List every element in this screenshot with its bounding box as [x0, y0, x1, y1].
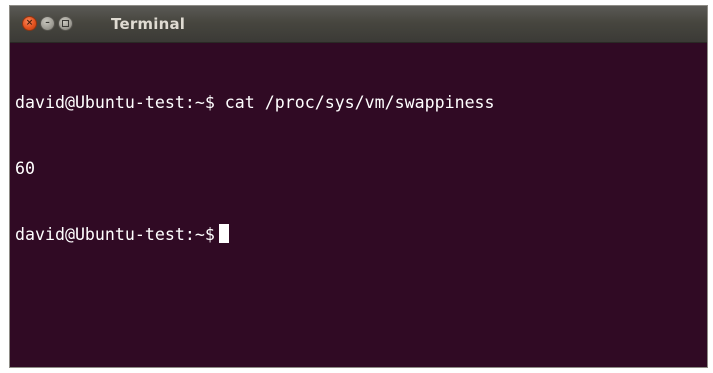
title-bar[interactable]: × – Terminal — [10, 6, 707, 43]
close-button[interactable]: × — [22, 16, 37, 31]
window-title: Terminal — [111, 15, 186, 33]
terminal-line: david@Ubuntu-test:~$ cat /proc/sys/vm/sw… — [15, 92, 703, 114]
minimize-icon: – — [45, 18, 50, 28]
text-cursor — [218, 224, 229, 243]
maximize-button[interactable] — [58, 16, 73, 31]
terminal-window: × – Terminal david@Ubuntu-test:~$ cat /p… — [9, 5, 708, 368]
maximize-icon — [62, 20, 69, 27]
shell-prompt: david@Ubuntu-test:~$ — [15, 225, 215, 244]
command-text: cat /proc/sys/vm/swappiness — [214, 93, 495, 112]
terminal-output[interactable]: david@Ubuntu-test:~$ cat /proc/sys/vm/sw… — [15, 48, 703, 363]
command-output: 60 — [15, 159, 35, 178]
minimize-button[interactable]: – — [40, 16, 55, 31]
shell-prompt: david@Ubuntu-test:~$ — [15, 93, 215, 112]
terminal-line: david@Ubuntu-test:~$ — [15, 224, 703, 246]
close-icon: × — [25, 18, 34, 28]
terminal-line: 60 — [15, 158, 703, 180]
